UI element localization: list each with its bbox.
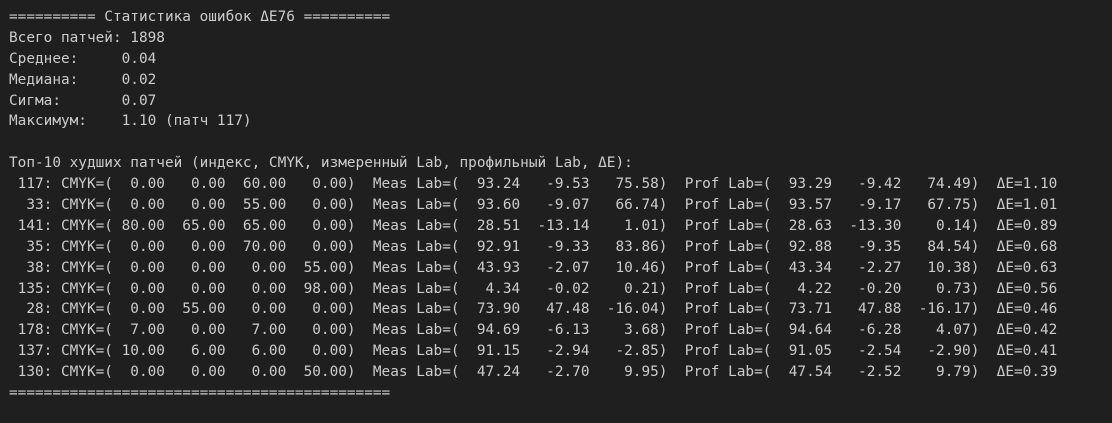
top10-heading: Топ-10 худших патчей (индекс, CMYK, изме… [9,155,633,172]
patch-row: 28: CMYK=( 0.00 55.00 0.00 0.00) Meas La… [9,301,1058,318]
median-line: Медиана: 0.02 [9,71,157,88]
blank-line [9,132,1112,153]
maximum-line: Максимум: 1.10 (патч 117) [9,113,252,130]
patch-row: 141: CMYK=( 80.00 65.00 65.00 0.00) Meas… [9,217,1058,234]
footer-line: ========================================… [9,385,391,402]
patch-row: 35: CMYK=( 0.00 0.00 70.00 0.00) Meas La… [9,238,1058,255]
patch-row: 137: CMYK=( 10.00 6.00 6.00 0.00) Meas L… [9,343,1058,360]
terminal-output: ========== Статистика ошибок ΔE76 ======… [0,0,1112,423]
total-patches-line: Всего патчей: 1898 [9,29,165,46]
patch-row: 130: CMYK=( 0.00 0.00 0.00 50.00) Meas L… [9,364,1058,381]
patch-row: 178: CMYK=( 7.00 0.00 7.00 0.00) Meas La… [9,322,1058,339]
patch-row: 117: CMYK=( 0.00 0.00 60.00 0.00) Meas L… [9,176,1058,193]
patch-row: 135: CMYK=( 0.00 0.00 0.00 98.00) Meas L… [9,280,1058,297]
patch-row: 33: CMYK=( 0.00 0.00 55.00 0.00) Meas La… [9,197,1058,214]
patch-row: 38: CMYK=( 0.00 0.00 0.00 55.00) Meas La… [9,259,1058,276]
sigma-line: Сигма: 0.07 [9,92,157,109]
header-line: ========== Статистика ошибок ΔE76 ======… [9,9,391,25]
mean-line: Среднее: 0.04 [9,50,157,67]
